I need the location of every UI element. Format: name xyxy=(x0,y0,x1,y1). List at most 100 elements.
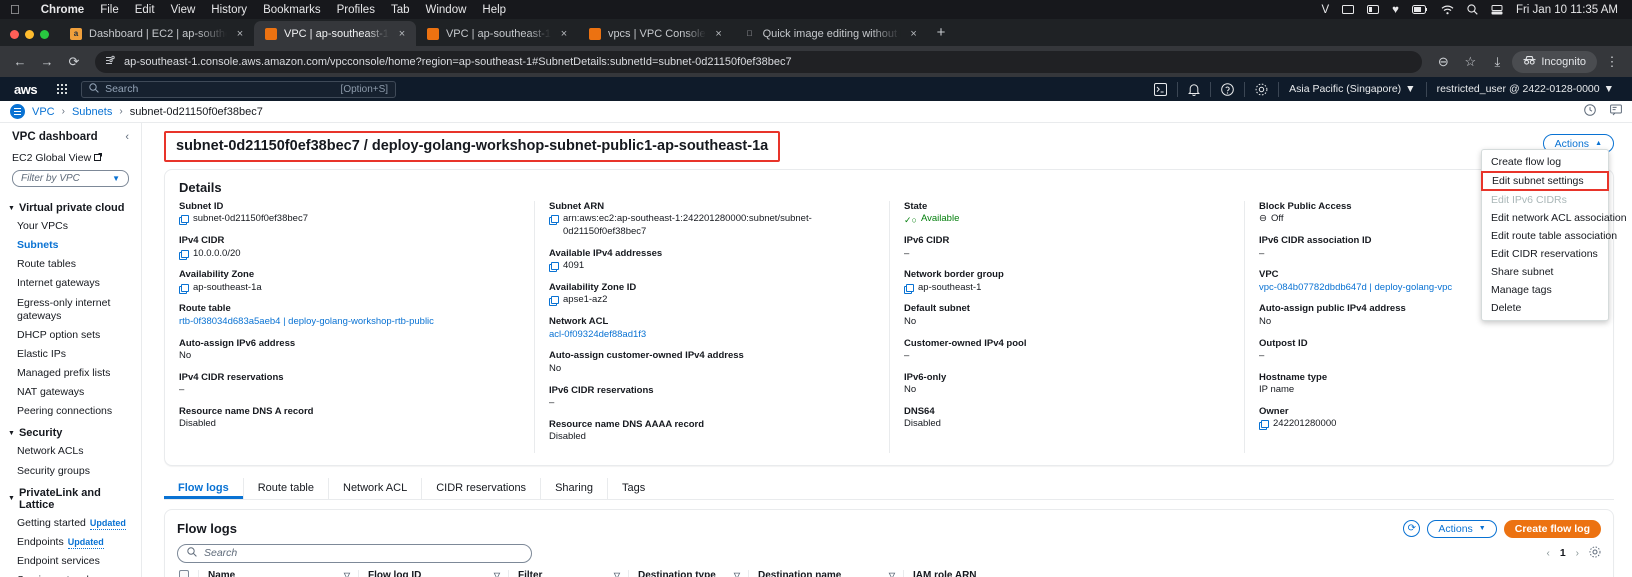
sidebar-item-endpoint-services[interactable]: Endpoint services xyxy=(0,552,141,571)
column-header-filter[interactable]: Filter ▽ xyxy=(508,569,628,577)
help-icon[interactable] xyxy=(1211,82,1244,96)
v-icon[interactable]: V xyxy=(1321,4,1329,16)
field-value[interactable]: acl-0f09324def88ad1f3 xyxy=(549,329,877,342)
sidebar-group-privatelink-and-lattice[interactable]: ▼ PrivateLink and Lattice xyxy=(0,481,141,514)
select-all-checkbox[interactable] xyxy=(179,570,189,577)
app-grid-icon[interactable] xyxy=(47,84,77,94)
create-flow-log-button[interactable]: Create flow log xyxy=(1503,519,1601,538)
search-input[interactable]: Search xyxy=(177,543,532,563)
download-icon[interactable]: ⤓ xyxy=(1485,50,1509,74)
menu-item-manage-tags[interactable]: Manage tags xyxy=(1482,281,1608,299)
address-bar[interactable]: ap-southeast-1.console.aws.amazon.com/vp… xyxy=(95,50,1423,73)
menu-item-edit-network-acl-association[interactable]: Edit network ACL association xyxy=(1482,209,1627,227)
heart-icon[interactable]: ♥ xyxy=(1392,4,1399,16)
bookmark-star-icon[interactable]: ☆ xyxy=(1458,50,1482,74)
menu-item-edit-cidr-reservations[interactable]: Edit CIDR reservations xyxy=(1482,245,1608,263)
sidebar-item-dhcp-option-sets[interactable]: DHCP option sets xyxy=(0,326,141,345)
search-icon[interactable] xyxy=(1467,4,1478,15)
sort-icon[interactable]: ▽ xyxy=(494,571,508,577)
field-link[interactable]: acl-0f09324def88ad1f3 xyxy=(549,329,646,342)
browser-tab-4[interactable]:  Quick image editing without h × xyxy=(733,21,928,46)
breadcrumb-item-subnets[interactable]: Subnets xyxy=(72,106,112,118)
sidebar-item-peering-connections[interactable]: Peering connections xyxy=(0,402,141,421)
copy-icon[interactable] xyxy=(549,215,559,226)
menu-bookmarks[interactable]: Bookmarks xyxy=(255,4,329,16)
menu-window[interactable]: Window xyxy=(418,4,475,16)
refresh-icon[interactable]: ⟳ xyxy=(1403,520,1421,538)
screen-share-icon[interactable] xyxy=(1491,4,1503,15)
chevron-left-icon[interactable]: ‹ xyxy=(125,131,129,143)
gear-icon[interactable] xyxy=(1589,546,1601,561)
battery-icon[interactable] xyxy=(1411,5,1428,14)
menu-profiles[interactable]: Profiles xyxy=(329,4,383,16)
close-icon[interactable]: × xyxy=(558,28,570,40)
flow-logs-actions-button[interactable]: Actions ▼ xyxy=(1427,519,1497,538)
copy-icon[interactable] xyxy=(904,283,914,294)
close-icon[interactable]: × xyxy=(908,28,920,40)
region-selector[interactable]: Asia Pacific (Singapore) ▼ xyxy=(1279,83,1425,95)
menu-item-create-flow-log[interactable]: Create flow log xyxy=(1482,153,1608,171)
copy-icon[interactable] xyxy=(1259,420,1269,431)
tab-sharing[interactable]: Sharing xyxy=(540,477,607,499)
aws-search-input[interactable]: Search [Option+S] xyxy=(81,80,397,98)
menu-tab[interactable]: Tab xyxy=(383,4,418,16)
tab-route-table[interactable]: Route table xyxy=(242,477,328,499)
cloudshell-icon[interactable] xyxy=(1144,82,1177,96)
column-header-iam-role-arn[interactable]: IAM role ARN xyxy=(903,569,1601,577)
column-header-destination-name[interactable]: Destination name ▽ xyxy=(748,569,903,577)
sidebar-item-egress-only-internet-gateways[interactable]: Egress-only internet gateways xyxy=(0,294,141,326)
feedback-icon[interactable] xyxy=(1610,104,1622,119)
display-icon[interactable] xyxy=(1342,4,1355,15)
tab-tags[interactable]: Tags xyxy=(606,477,659,499)
sidebar-item-elastic-ips[interactable]: Elastic IPs xyxy=(0,345,141,364)
reload-icon[interactable]: ⟳ xyxy=(62,50,86,74)
sidebar-item-getting-started[interactable]: Getting started Updated xyxy=(0,514,141,533)
menu-item-share-subnet[interactable]: Share subnet xyxy=(1482,263,1608,281)
browser-tab-3[interactable]: vpcs | VPC Console × xyxy=(578,21,733,46)
sidebar-item-subnets[interactable]: Subnets xyxy=(0,236,141,255)
sidebar-item-security-groups[interactable]: Security groups xyxy=(0,462,141,481)
maximize-window-button[interactable] xyxy=(40,30,49,39)
close-window-button[interactable] xyxy=(10,30,19,39)
close-icon[interactable]: × xyxy=(234,28,246,40)
sidebar-item-managed-prefix-lists[interactable]: Managed prefix lists xyxy=(0,364,141,383)
menu-item-edit-subnet-settings[interactable]: Edit subnet settings xyxy=(1481,171,1609,191)
tab-cidr-reservations[interactable]: CIDR reservations xyxy=(421,477,540,499)
field-link[interactable]: vpc-084b07782dbdb647d | deploy-golang-vp… xyxy=(1259,282,1452,295)
page-number[interactable]: 1 xyxy=(1560,547,1566,559)
menu-edit[interactable]: Edit xyxy=(127,4,163,16)
apple-icon[interactable]:  xyxy=(10,2,20,17)
site-settings-icon[interactable] xyxy=(105,55,116,69)
sidebar-item-route-tables[interactable]: Route tables xyxy=(0,255,141,274)
browser-tab-0[interactable]: a Dashboard | EC2 | ap-southeast-1 × xyxy=(59,21,254,46)
wifi-icon[interactable] xyxy=(1441,5,1454,15)
menu-file[interactable]: File xyxy=(92,4,127,16)
copy-icon[interactable] xyxy=(179,215,189,226)
copy-icon[interactable] xyxy=(179,283,189,294)
menu-history[interactable]: History xyxy=(203,4,255,16)
sidebar-item-your-vpcs[interactable]: Your VPCs xyxy=(0,217,141,236)
new-tab-button[interactable]: + xyxy=(928,24,955,46)
side-menu-icon[interactable] xyxy=(10,104,25,119)
history-icon[interactable] xyxy=(1584,104,1596,119)
sort-icon[interactable]: ▽ xyxy=(344,571,358,577)
menu-item-edit-route-table-association[interactable]: Edit route table association xyxy=(1482,227,1617,245)
sidebar-item-service-networks[interactable]: Service networks Updated xyxy=(0,571,141,577)
close-icon[interactable]: × xyxy=(396,28,408,40)
browser-tab-2[interactable]: VPC | ap-southeast-1 × xyxy=(416,21,578,46)
sidebar-item-network-acls[interactable]: Network ACLs xyxy=(0,442,141,461)
field-link[interactable]: rtb-0f38034d683a5aeb4 | deploy-golang-wo… xyxy=(179,316,434,329)
menu-view[interactable]: View xyxy=(163,4,204,16)
bell-icon[interactable] xyxy=(1178,83,1210,96)
sidebar-item-ec2-global-view[interactable]: EC2 Global View xyxy=(0,150,141,170)
copy-icon[interactable] xyxy=(179,249,189,260)
sort-icon[interactable]: ▽ xyxy=(734,571,748,577)
forward-icon[interactable]: → xyxy=(35,50,59,74)
account-selector[interactable]: restricted_user @ 2422-0128-0000 ▼ xyxy=(1427,83,1624,95)
zoom-icon[interactable]: ⊖ xyxy=(1431,50,1455,74)
browser-tab-1[interactable]: VPC | ap-southeast-1 × xyxy=(254,21,416,46)
tab-network-acl[interactable]: Network ACL xyxy=(328,477,421,499)
aws-logo[interactable]: aws xyxy=(8,82,47,97)
browser-menu-icon[interactable]: ⋮ xyxy=(1600,50,1624,74)
prev-page-button[interactable]: ‹ xyxy=(1546,548,1549,559)
